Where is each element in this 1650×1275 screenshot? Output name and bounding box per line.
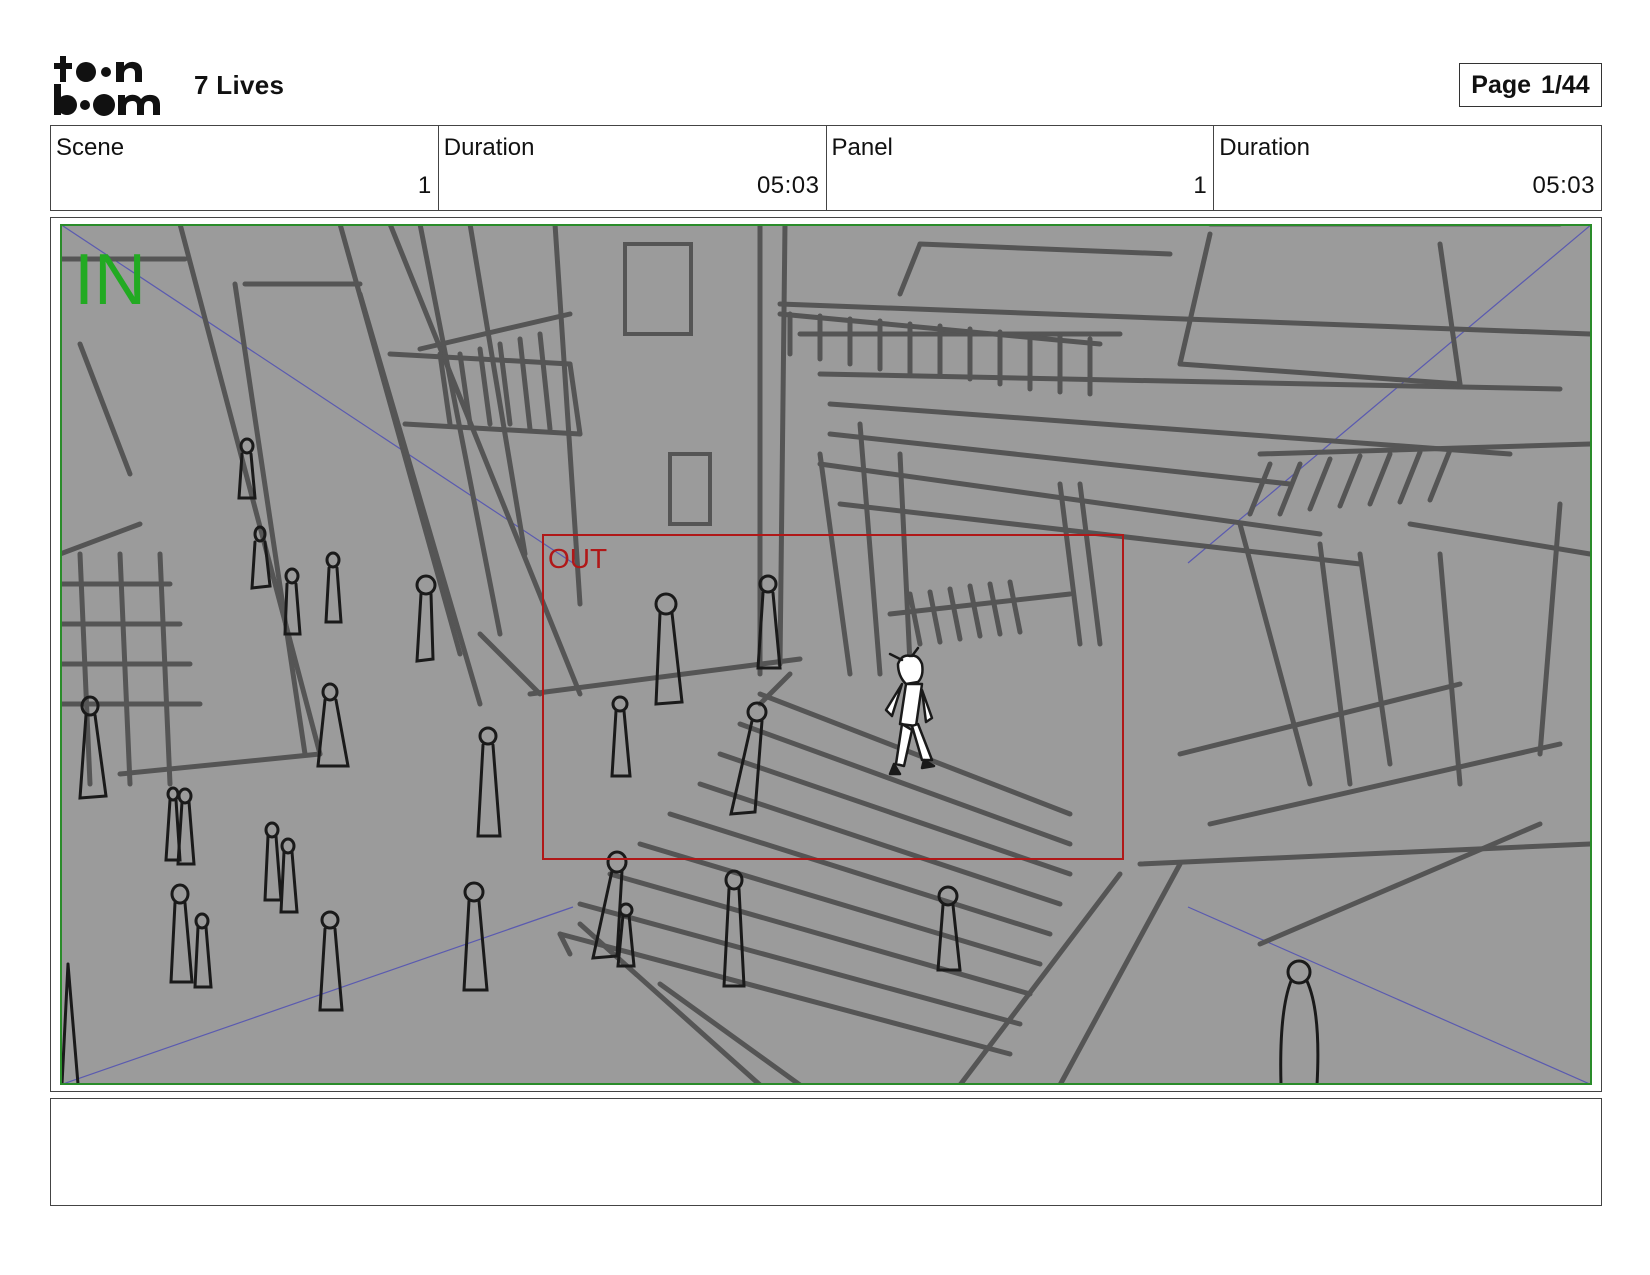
scene-label: Scene <box>56 134 125 161</box>
panel-info-bar: Scene 1 Duration 05:03 Panel 1 Duration … <box>50 125 1602 211</box>
scene-value: 1 <box>417 172 432 199</box>
scene-duration-label: Duration <box>443 134 535 161</box>
panel-duration-cell: Duration 05:03 <box>1214 126 1601 210</box>
page-label: Page <box>1471 70 1532 99</box>
toon-boom-logo <box>54 56 160 116</box>
project-title: 7 Lives <box>194 70 285 100</box>
scene-cell: Scene 1 <box>51 126 439 210</box>
scene-duration-cell: Duration 05:03 <box>439 126 827 210</box>
in-label: IN <box>74 240 146 320</box>
scene-duration-value: 05:03 <box>756 172 820 199</box>
out-label: OUT <box>548 543 607 574</box>
panel-value: 1 <box>1193 172 1208 199</box>
panel-notes-box[interactable] <box>50 1098 1602 1206</box>
storyboard-panel-drawing: OUT IN <box>60 224 1592 1085</box>
panel-duration-value: 05:03 <box>1532 172 1595 199</box>
panel-cell: Panel 1 <box>827 126 1215 210</box>
page-number: 1/44 <box>1541 70 1590 99</box>
panel-label: Panel <box>831 134 893 161</box>
page-indicator: Page 1/44 <box>1459 63 1602 107</box>
panel-duration-label: Duration <box>1219 134 1310 161</box>
